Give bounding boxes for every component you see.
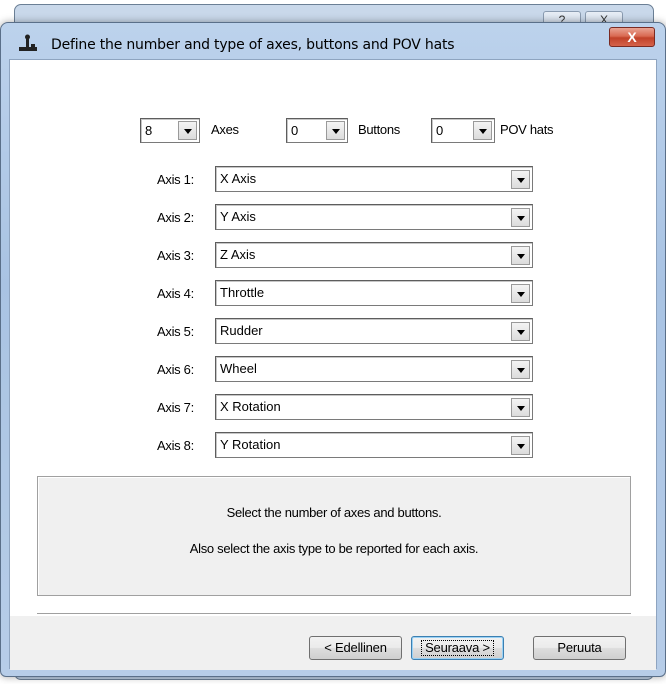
axis-row: Axis 2: Y Axis: [10, 204, 656, 230]
axis-type-select[interactable]: Y Rotation: [215, 432, 533, 458]
pov-hats-count-select[interactable]: 0: [431, 118, 495, 143]
axes-count-select[interactable]: 8: [140, 118, 200, 143]
axis-type-select[interactable]: X Rotation: [215, 394, 533, 420]
axis-label: Axis 5:: [157, 324, 194, 339]
info-panel: Select the number of axes and buttons. A…: [37, 476, 631, 596]
axis-row: Axis 7: X Rotation: [10, 394, 656, 420]
chevron-down-icon[interactable]: [511, 436, 530, 455]
pov-hats-label: POV hats: [500, 122, 554, 137]
axis-row: Axis 1: X Axis: [10, 166, 656, 192]
chevron-down-icon[interactable]: [178, 121, 197, 140]
axis-label: Axis 2:: [157, 210, 194, 225]
axis-type-select[interactable]: Y Axis: [215, 204, 533, 230]
joystick-icon: [19, 34, 37, 51]
dialog-client: 8 Axes 0 Buttons 0 POV hats Axis 1: X Ax…: [9, 59, 657, 670]
axis-label: Axis 4:: [157, 286, 194, 301]
button-bar: < Edellinen Seuraava > Peruuta: [10, 616, 656, 670]
axis-type-select[interactable]: Throttle: [215, 280, 533, 306]
axis-type-select[interactable]: Rudder: [215, 318, 533, 344]
axis-label: Axis 8:: [157, 438, 194, 453]
cancel-button[interactable]: Peruuta: [533, 636, 626, 660]
close-icon: X: [627, 29, 637, 45]
axis-label: Axis 6:: [157, 362, 194, 377]
close-button[interactable]: X: [609, 27, 655, 47]
axis-row: Axis 5: Rudder: [10, 318, 656, 344]
chevron-down-icon[interactable]: [511, 246, 530, 265]
axis-row: Axis 4: Throttle: [10, 280, 656, 306]
axis-row: Axis 3: Z Axis: [10, 242, 656, 268]
chevron-down-icon[interactable]: [511, 398, 530, 417]
chevron-down-icon[interactable]: [511, 284, 530, 303]
axis-type-select[interactable]: Wheel: [215, 356, 533, 382]
axes-dialog: Define the number and type of axes, butt…: [0, 22, 666, 677]
back-button[interactable]: < Edellinen: [309, 636, 402, 660]
axis-row: Axis 6: Wheel: [10, 356, 656, 382]
chevron-down-icon[interactable]: [473, 121, 492, 140]
chevron-down-icon[interactable]: [326, 121, 345, 140]
info-line-1: Select the number of axes and buttons.: [226, 505, 442, 520]
title-bar: Define the number and type of axes, butt…: [1, 23, 665, 55]
dialog-title: Define the number and type of axes, butt…: [51, 37, 455, 53]
axis-label: Axis 7:: [157, 400, 194, 415]
axis-row: Axis 8: Y Rotation: [10, 432, 656, 458]
chevron-down-icon[interactable]: [511, 322, 530, 341]
chevron-down-icon[interactable]: [511, 360, 530, 379]
info-line-2: Also select the axis type to be reported…: [189, 541, 479, 556]
axis-label: Axis 1:: [157, 172, 194, 187]
axes-label: Axes: [211, 122, 239, 137]
chevron-down-icon[interactable]: [511, 208, 530, 227]
chevron-down-icon[interactable]: [511, 170, 530, 189]
buttons-label: Buttons: [358, 122, 400, 137]
axis-type-select[interactable]: X Axis: [215, 166, 533, 192]
axis-label: Axis 3:: [157, 248, 194, 263]
axis-type-select[interactable]: Z Axis: [215, 242, 533, 268]
separator: [37, 613, 631, 615]
buttons-count-select[interactable]: 0: [286, 118, 348, 143]
next-button[interactable]: Seuraava >: [411, 636, 504, 660]
